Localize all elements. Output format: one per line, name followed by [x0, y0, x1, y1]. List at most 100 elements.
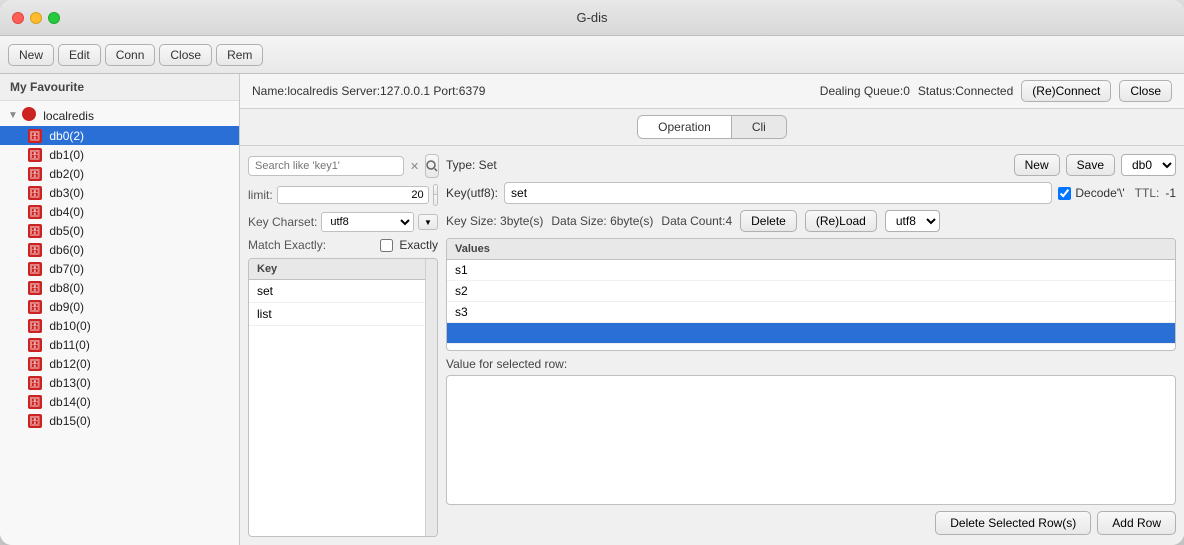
sidebar: My Favourite ▼ localredis 🗄 db0(2) [0, 74, 240, 545]
rem-button[interactable]: Rem [216, 44, 263, 66]
decode-label: Decode'\' [1075, 186, 1124, 200]
type-label: Type: Set [446, 158, 497, 172]
value-row-s3[interactable]: s3 [447, 302, 1175, 323]
key-row-set[interactable]: set [249, 280, 425, 303]
chevron-down-icon: ▼ [8, 110, 18, 121]
sidebar-item-db13[interactable]: 🗄 db13(0) [0, 373, 239, 392]
match-exactly-checkbox[interactable] [380, 239, 393, 252]
new-button[interactable]: New [8, 44, 54, 66]
sidebar-header: My Favourite [0, 74, 239, 101]
db15-label: db15(0) [49, 414, 90, 428]
search-clear-icon[interactable]: ✕ [408, 160, 421, 173]
encoding-select[interactable]: utf8 [885, 210, 940, 232]
delete-key-button[interactable]: Delete [740, 210, 797, 232]
main-content: My Favourite ▼ localredis 🗄 db0(2) [0, 74, 1184, 545]
db-icon-1: 🗄 [28, 147, 42, 162]
db9-label: db9(0) [49, 300, 84, 314]
stepper-down-button[interactable]: ▼ [434, 195, 438, 205]
edit-button[interactable]: Edit [58, 44, 101, 66]
limit-label: limit: [248, 188, 273, 202]
sidebar-item-db4[interactable]: 🗄 db4(0) [0, 202, 239, 221]
charset-dropdown-btn[interactable]: ▼ [418, 214, 438, 230]
bottom-buttons: Delete Selected Row(s) Add Row [446, 511, 1176, 537]
sidebar-item-db8[interactable]: 🗄 db8(0) [0, 278, 239, 297]
tab-operation[interactable]: Operation [638, 116, 732, 138]
charset-select[interactable]: utf8 [321, 212, 414, 232]
connection-close-button[interactable]: Close [1119, 80, 1172, 102]
db-icon-3: 🗄 [28, 185, 42, 200]
delete-selected-rows-button[interactable]: Delete Selected Row(s) [935, 511, 1091, 535]
tab-cli[interactable]: Cli [732, 116, 786, 138]
db-icon-7: 🗄 [28, 261, 42, 276]
search-button[interactable] [425, 154, 439, 178]
reconnect-button[interactable]: (Re)Connect [1021, 80, 1111, 102]
type-row: Type: Set New Save db0 [446, 154, 1176, 176]
db5-label: db5(0) [49, 224, 84, 238]
decode-row: Decode'\' [1058, 186, 1124, 200]
db-icon-12: 🗄 [28, 356, 42, 371]
key-size-row: Key Size: 3byte(s) Data Size: 6byte(s) D… [446, 210, 1176, 232]
maximize-traffic-light[interactable] [48, 12, 60, 24]
key-input-label: Key(utf8): [446, 186, 498, 200]
add-row-button[interactable]: Add Row [1097, 511, 1176, 535]
sidebar-item-db15[interactable]: 🗄 db15(0) [0, 411, 239, 430]
db2-label: db2(0) [49, 167, 84, 181]
data-count-label: Data Count:4 [661, 214, 732, 228]
db-icon-5: 🗄 [28, 223, 42, 238]
minimize-traffic-light[interactable] [30, 12, 42, 24]
sidebar-item-db6[interactable]: 🗄 db6(0) [0, 240, 239, 259]
close-button[interactable]: Close [159, 44, 212, 66]
sidebar-item-db5[interactable]: 🗄 db5(0) [0, 221, 239, 240]
tabs-bar: Operation Cli [240, 109, 1184, 146]
db-select[interactable]: db0 [1121, 154, 1176, 176]
sidebar-item-db9[interactable]: 🗄 db9(0) [0, 297, 239, 316]
values-header: Values [447, 239, 1175, 260]
key-size-label: Key Size: 3byte(s) [446, 214, 543, 228]
db-icon-6: 🗄 [28, 242, 42, 257]
selected-value-label: Value for selected row: [446, 357, 1176, 371]
sidebar-item-db2[interactable]: 🗄 db2(0) [0, 164, 239, 183]
sidebar-item-db0[interactable]: 🗄 db0(2) [0, 126, 239, 145]
sidebar-item-db10[interactable]: 🗄 db10(0) [0, 316, 239, 335]
decode-checkbox[interactable] [1058, 187, 1071, 200]
conn-button[interactable]: Conn [105, 44, 156, 66]
sidebar-item-db12[interactable]: 🗄 db12(0) [0, 354, 239, 373]
new-key-button[interactable]: New [1014, 154, 1060, 176]
sidebar-item-server[interactable]: ▼ localredis [0, 105, 239, 126]
tab-group: Operation Cli [637, 115, 787, 139]
match-exactly-label: Exactly [399, 238, 438, 252]
value-row-s2[interactable]: s2 [447, 281, 1175, 302]
limit-input[interactable] [277, 186, 429, 204]
limit-row: limit: ▲ ▼ [248, 184, 438, 206]
key-row-list[interactable]: list [249, 303, 425, 326]
sidebar-tree: ▼ localredis 🗄 db0(2) 🗄 db1(0) [0, 101, 239, 545]
values-body: s1 s2 s3 [447, 260, 1175, 350]
sidebar-item-db3[interactable]: 🗄 db3(0) [0, 183, 239, 202]
key-list-container: Key set list [248, 258, 438, 537]
key-list-scrollbar[interactable] [425, 259, 437, 536]
db11-label: db11(0) [49, 338, 89, 352]
reload-button[interactable]: (Re)Load [805, 210, 877, 232]
sidebar-item-db1[interactable]: 🗄 db1(0) [0, 145, 239, 164]
top-buttons: New Save db0 [1014, 154, 1176, 176]
server-icon [22, 107, 36, 124]
charset-row: Key Charset: utf8 ▼ [248, 212, 438, 232]
selected-value-box[interactable] [446, 375, 1176, 505]
key-input[interactable] [504, 182, 1052, 204]
value-row-selected[interactable] [447, 323, 1175, 344]
stepper-up-button[interactable]: ▲ [434, 185, 438, 195]
search-input[interactable] [248, 156, 404, 176]
limit-stepper: ▲ ▼ [433, 184, 438, 206]
db8-label: db8(0) [49, 281, 84, 295]
match-label: Match Exactly: [248, 238, 376, 252]
sidebar-item-db11[interactable]: 🗄 db11(0) [0, 335, 239, 354]
value-row-s1[interactable]: s1 [447, 260, 1175, 281]
sidebar-item-db14[interactable]: 🗄 db14(0) [0, 392, 239, 411]
save-button[interactable]: Save [1066, 154, 1115, 176]
close-traffic-light[interactable] [12, 12, 24, 24]
key-list-panel: ✕ limit: ▲ [248, 154, 438, 537]
data-size-label: Data Size: 6byte(s) [551, 214, 653, 228]
window-title: G-dis [576, 10, 607, 25]
sidebar-item-db7[interactable]: 🗄 db7(0) [0, 259, 239, 278]
connection-info: Name:localredis Server:127.0.0.1 Port:63… [252, 84, 485, 98]
